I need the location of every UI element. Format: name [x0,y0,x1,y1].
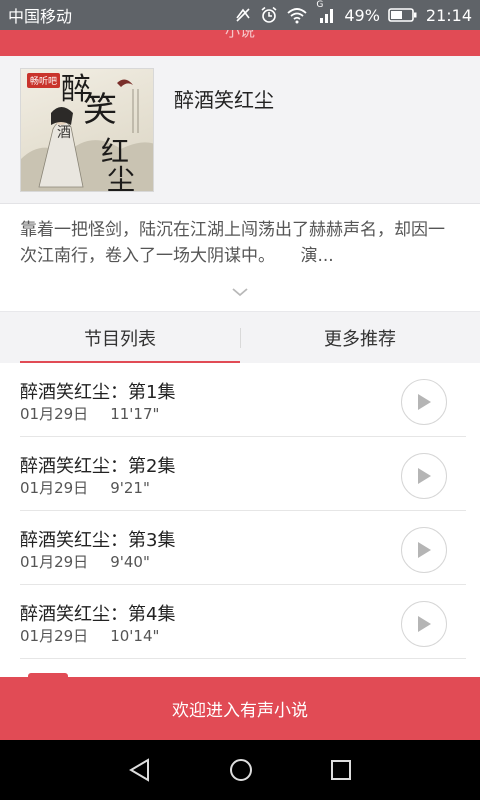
book-description: 靠着一把怪剑，陆沉在江湖上闯荡出了赫赫声名，却因一次江南行，卷入了一场大阴谋中。… [20,220,445,266]
book-cover-image[interactable]: 醉 笑 红 尘 酒 畅听吧 [20,68,154,192]
system-nav-bar [0,740,480,800]
banner-text: 欢迎进入有声小说 [172,701,308,721]
episode-item[interactable]: 醉酒笑红尘：第4集 01月29日 10'14" [0,585,480,659]
episode-duration: 9'40" [110,553,150,571]
chevron-down-icon[interactable] [230,283,250,302]
tab-label: 节目列表 [84,329,156,350]
episode-title: 醉酒笑红尘：第2集 [20,456,176,477]
episode-meta: 01月29日 9'21" [20,477,150,498]
silent-mode-icon [234,6,252,24]
tab-label: 更多推荐 [324,329,396,350]
network-type-label: G [316,0,324,10]
play-button[interactable] [401,379,447,425]
episode-item[interactable]: 醉酒笑红尘：第3集 01月29日 9'40" [0,511,480,585]
tab-episode-list[interactable]: 节目列表 [0,312,240,364]
episode-list: 醉酒笑红尘：第1集 01月29日 11'17" 醉酒笑红尘：第2集 01月29日 9… [0,363,480,677]
app-header: 小说 [0,30,480,56]
signal-icon: G [316,0,336,24]
recents-icon[interactable] [329,758,353,782]
carrier-label: 中国移动 [8,7,73,26]
status-bar: 中国移动 G 49% 21:14 [0,0,480,30]
tab-bar: 节目列表 更多推荐 [0,311,480,364]
play-button[interactable] [401,453,447,499]
episode-meta: 01月29日 9'40" [20,551,150,572]
episode-duration: 9'21" [110,479,150,497]
play-icon [418,394,431,410]
welcome-banner-button[interactable]: 欢迎进入有声小说 [0,673,480,740]
episode-title: 醉酒笑红尘：第1集 [20,382,176,403]
episode-title: 醉酒笑红尘：第3集 [20,530,176,551]
battery-label: 49% [344,5,380,25]
episode-duration: 10'14" [110,627,160,645]
battery-icon [388,7,418,23]
status-icons: G 49% 21:14 [234,0,472,25]
svg-text:尘: 尘 [107,163,135,192]
play-icon [418,616,431,632]
wifi-icon [286,6,308,24]
play-button[interactable] [401,527,447,573]
banner-tab [28,673,68,679]
episode-date: 01月29日 [20,479,89,497]
book-title: 醉酒笑红尘 [174,88,274,112]
episode-date: 01月29日 [20,627,89,645]
description-section: 靠着一把怪剑，陆沉在江湖上闯荡出了赫赫声名，却因一次江南行，卷入了一场大阴谋中。… [0,205,480,311]
header-title: 小说 [224,30,255,40]
alarm-icon [260,6,278,24]
episode-date: 01月29日 [20,553,89,571]
cover-badge: 畅听吧 [27,73,61,88]
episode-date: 01月29日 [20,405,89,423]
home-icon[interactable] [228,757,254,783]
book-info-section: 醉 笑 红 尘 酒 畅听吧 醉酒笑红尘 [0,56,480,204]
play-button[interactable] [401,601,447,647]
episode-item[interactable]: 醉酒笑红尘：第2集 01月29日 9'21" [0,437,480,511]
back-icon[interactable] [127,757,153,783]
svg-text:笑: 笑 [83,90,117,130]
play-icon [418,468,431,484]
clock-label: 21:14 [425,5,472,25]
episode-duration: 11'17" [110,405,160,423]
tab-more-recommendations[interactable]: 更多推荐 [240,312,480,364]
episode-title: 醉酒笑红尘：第4集 [20,604,176,625]
episode-meta: 01月29日 10'14" [20,625,159,646]
play-icon [418,542,431,558]
episode-item[interactable]: 醉酒笑红尘：第1集 01月29日 11'17" [0,363,480,437]
episode-meta: 01月29日 11'17" [20,403,159,424]
divider [20,658,466,659]
svg-text:酒: 酒 [57,125,71,141]
